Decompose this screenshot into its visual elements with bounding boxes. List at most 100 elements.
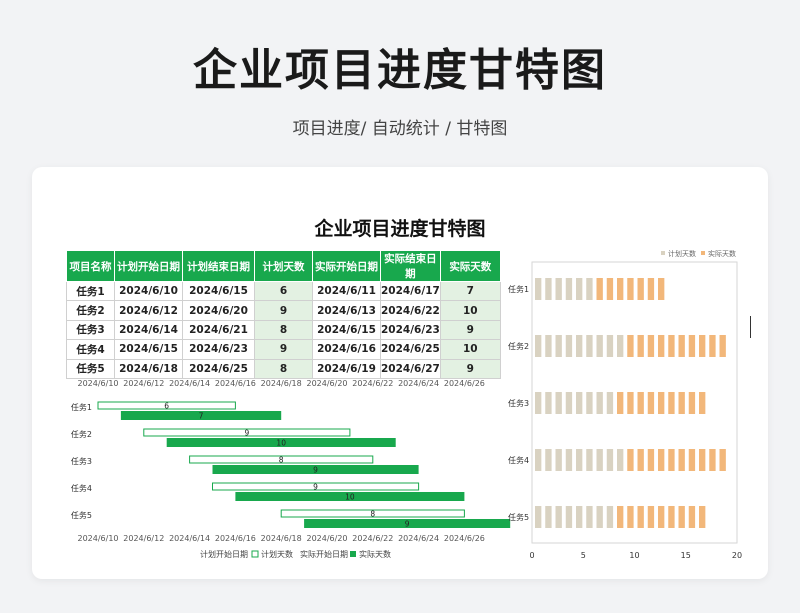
stack-actual-block xyxy=(668,335,675,357)
stack-plan-block xyxy=(555,449,562,471)
stacked-bar-chart[interactable]: 0 5 10 15 20 任务5 任务4 任务3 任务2 任务1 计划天数 实际天数 xyxy=(0,0,800,613)
stack-plan-block xyxy=(586,278,593,300)
stack-category-label: 任务2 xyxy=(508,341,529,351)
stack-actual-block xyxy=(627,449,634,471)
stack-plan-block xyxy=(617,449,624,471)
stack-actual-block xyxy=(627,335,634,357)
stack-category-label: 任务1 xyxy=(508,284,529,294)
stack-plan-block xyxy=(565,278,573,300)
stack-actual-block xyxy=(596,278,603,300)
stack-x-tick: 10 xyxy=(629,551,639,560)
stack-actual-block xyxy=(688,449,696,471)
stack-actual-block xyxy=(668,506,675,528)
stack-plan-block xyxy=(545,335,552,357)
stack-actual-block xyxy=(688,392,696,414)
stack-plan-block xyxy=(586,392,593,414)
stack-plan-block xyxy=(535,335,542,357)
stack-actual-block xyxy=(637,392,644,414)
stack-plan-block xyxy=(606,392,614,414)
stack-actual-block xyxy=(647,278,655,300)
stack-actual-block xyxy=(668,449,675,471)
stack-actual-block xyxy=(647,335,655,357)
stack-actual-block xyxy=(637,335,644,357)
stack-plan-block xyxy=(535,278,542,300)
stack-x-tick: 20 xyxy=(732,551,742,560)
stack-plan-block xyxy=(565,335,573,357)
stack-actual-block xyxy=(617,278,624,300)
stack-legend-label: 实际天数 xyxy=(708,249,736,258)
stack-plan-block xyxy=(545,392,552,414)
stack-plan-block xyxy=(576,392,583,414)
stack-actual-block xyxy=(699,449,706,471)
stack-actual-block xyxy=(637,506,644,528)
stack-plan-block xyxy=(535,392,542,414)
stack-actual-block xyxy=(627,392,634,414)
stack-actual-block xyxy=(627,506,634,528)
stack-actual-block xyxy=(719,335,726,357)
stack-plan-block xyxy=(565,449,573,471)
stack-plan-block xyxy=(555,335,562,357)
stack-plan-block xyxy=(545,278,552,300)
stack-actual-block xyxy=(617,392,624,414)
stack-actual-block xyxy=(658,335,665,357)
stack-actual-block xyxy=(699,335,706,357)
stack-plan-block xyxy=(555,392,562,414)
stack-plot-frame xyxy=(531,261,738,544)
stack-plan-block xyxy=(586,506,593,528)
stack-plan-block xyxy=(586,335,593,357)
stack-actual-block xyxy=(637,278,644,300)
stack-actual-block xyxy=(699,506,706,528)
stack-actual-block xyxy=(647,449,655,471)
stack-plan-block xyxy=(596,392,603,414)
stack-plan-block xyxy=(555,506,562,528)
stack-plan-block xyxy=(535,449,542,471)
stack-plan-block xyxy=(586,449,593,471)
stack-category-label: 任务4 xyxy=(508,455,529,465)
stack-actual-block xyxy=(678,506,685,528)
stack-actual-block xyxy=(617,506,624,528)
stack-actual-block xyxy=(658,392,665,414)
stack-plan-block xyxy=(606,335,614,357)
stack-plan-block xyxy=(596,506,603,528)
stack-actual-block xyxy=(637,449,644,471)
stack-actual-block xyxy=(606,278,614,300)
stack-plan-block xyxy=(576,449,583,471)
stack-plan-block xyxy=(576,335,583,357)
stack-actual-block xyxy=(678,392,685,414)
stack-x-tick: 15 xyxy=(681,551,691,560)
stack-legend-swatch xyxy=(661,251,665,255)
stack-actual-block xyxy=(647,506,655,528)
stack-category-label: 任务5 xyxy=(508,512,529,522)
stack-actual-block xyxy=(709,335,716,357)
stack-plan-block xyxy=(617,335,624,357)
stack-plan-block xyxy=(606,506,614,528)
stack-legend-label: 计划天数 xyxy=(668,249,696,258)
stack-actual-block xyxy=(688,506,696,528)
stack-plan-block xyxy=(576,506,583,528)
stack-actual-block xyxy=(668,392,675,414)
stack-plan-block xyxy=(606,449,614,471)
stack-actual-block xyxy=(658,449,665,471)
stack-actual-block xyxy=(678,449,685,471)
stack-actual-block xyxy=(688,335,696,357)
stack-plan-block xyxy=(565,392,573,414)
stack-actual-block xyxy=(678,335,685,357)
text-cursor xyxy=(750,316,751,338)
stack-actual-block xyxy=(658,506,665,528)
stack-legend-swatch xyxy=(701,251,705,255)
stack-category-label: 任务3 xyxy=(508,398,529,408)
stack-actual-block xyxy=(719,449,726,471)
stack-actual-block xyxy=(627,278,634,300)
stack-actual-block xyxy=(658,278,665,300)
stack-actual-block xyxy=(699,392,706,414)
stack-plan-block xyxy=(576,278,583,300)
stack-actual-block xyxy=(647,392,655,414)
stack-plan-block xyxy=(596,335,603,357)
stack-plan-block xyxy=(596,449,603,471)
stack-plan-block xyxy=(555,278,562,300)
stack-x-tick: 0 xyxy=(529,551,534,560)
stack-plan-block xyxy=(545,506,552,528)
stack-plan-block xyxy=(545,449,552,471)
stack-plan-block xyxy=(535,506,542,528)
stack-x-tick: 5 xyxy=(581,551,586,560)
